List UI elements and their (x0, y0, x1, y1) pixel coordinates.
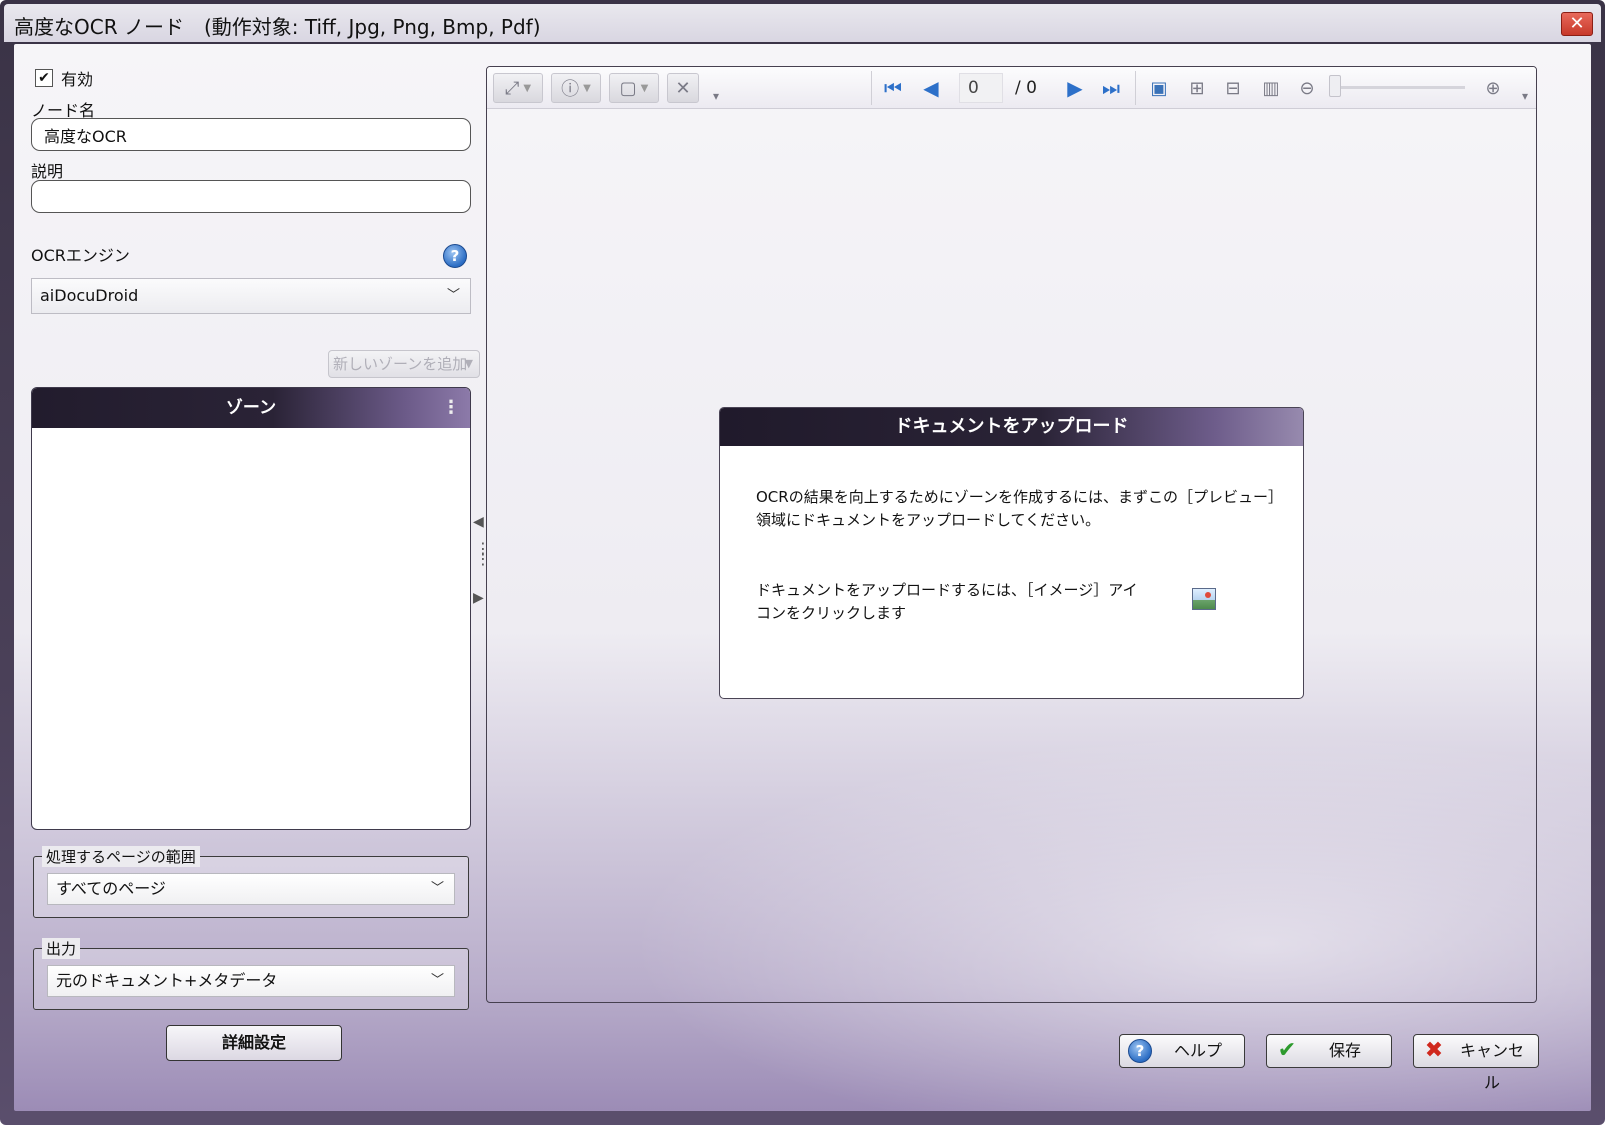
page-icon: ▢ (619, 77, 637, 99)
description-input[interactable] (31, 180, 471, 213)
cancel-label: キャンセル (1459, 1041, 1524, 1092)
chevron-down-icon: ﹀ (430, 973, 444, 988)
page-number-input[interactable]: 0 (959, 73, 1003, 103)
page-total: / 0 (1015, 78, 1037, 98)
fit-icon: ⤢ (504, 77, 520, 99)
save-label: 保存 (1328, 1041, 1361, 1060)
add-zone-label: 新しいゾーンを追加 (333, 355, 468, 373)
cancel-icon: ✖ (1424, 1038, 1444, 1063)
zoom-slider-track[interactable] (1335, 86, 1465, 89)
ocr-engine-select[interactable]: aiDocuDroid ﹀ (31, 278, 471, 314)
image-upload-icon[interactable] (1192, 588, 1216, 610)
cancel-button[interactable]: ✖ キャンセル (1413, 1034, 1539, 1092)
help-button[interactable]: ? ヘルプ (1119, 1034, 1245, 1068)
page-range-group: 処理するページの範囲 すべてのページ ﹀ (33, 846, 469, 918)
enabled-row[interactable]: ✔ 有効 (35, 66, 93, 90)
toolbar-separator (871, 71, 872, 105)
ocr-engine-value: aiDocuDroid (40, 286, 139, 305)
close-button[interactable]: ✕ (1561, 12, 1593, 36)
next-page-icon[interactable]: ▶ (1059, 73, 1091, 103)
panel-splitter[interactable]: ◀ ⋮ ⋮ ▶ (472, 514, 491, 624)
last-page-icon[interactable]: ⏭ (1095, 73, 1127, 103)
split-view-icon[interactable]: ⊟ (1217, 73, 1249, 103)
zoom-slider-thumb[interactable] (1329, 75, 1341, 97)
help-label: ヘルプ (1173, 1041, 1222, 1060)
first-page-icon[interactable]: ⏮ (877, 73, 909, 103)
save-button[interactable]: ✔ 保存 (1266, 1034, 1392, 1068)
page-range-value: すべてのページ (56, 879, 166, 898)
dialog-window: 高度なOCR ノード (動作対象: Tiff, Jpg, Png, Bmp, P… (0, 0, 1605, 1125)
output-select[interactable]: 元のドキュメント+メタデータ ﹀ (47, 965, 455, 997)
check-icon: ✔ (1277, 1038, 1297, 1063)
expand-right-icon[interactable]: ▶ (473, 590, 484, 606)
select-area-icon[interactable]: ⊞ (1181, 73, 1213, 103)
dropdown-arrow-icon: ▼ (583, 82, 591, 94)
page-tool-button[interactable]: ▢ ▼ (609, 73, 659, 103)
advanced-settings-button[interactable]: 詳細設定 (166, 1025, 342, 1061)
zones-header: ゾーン ⋮ (32, 388, 470, 428)
toolbar-separator (1135, 71, 1136, 105)
fit-tool-button[interactable]: ⤢ ▼ (493, 73, 543, 103)
output-group: 出力 元のドキュメント+メタデータ ﹀ (33, 938, 469, 1010)
node-name-input[interactable] (31, 118, 471, 151)
overflow-icon[interactable]: ▾ (1517, 81, 1533, 111)
output-value: 元のドキュメント+メタデータ (56, 971, 278, 990)
zones-menu-icon[interactable]: ⋮ (442, 388, 460, 428)
delete-icon: ✕ (675, 77, 691, 99)
chevron-down-icon: ﹀ (446, 288, 460, 303)
overflow-icon[interactable]: ▾ (707, 81, 725, 111)
info-tool-button[interactable]: ⓘ ▼ (551, 73, 601, 103)
single-page-icon[interactable]: ▥ (1255, 73, 1287, 103)
page-range-label: 処理するページの範囲 (42, 846, 200, 867)
delete-tool-button[interactable]: ✕ (667, 73, 699, 103)
chevron-down-icon: ﹀ (430, 881, 444, 896)
ocr-engine-help-icon[interactable]: ? (443, 244, 467, 268)
enabled-label: 有効 (61, 70, 94, 89)
prev-page-icon[interactable]: ◀ (915, 73, 947, 103)
upload-document-card: ドキュメントをアップロード OCRの結果を向上するためにゾーンを作成するには、ま… (719, 407, 1304, 699)
zones-panel: ゾーン ⋮ (31, 387, 471, 830)
add-zone-button[interactable]: 新しいゾーンを追加 ▼ (328, 350, 480, 378)
chevron-down-icon: ▼ (464, 357, 473, 370)
dropdown-arrow-icon: ▼ (640, 82, 649, 94)
image-icon[interactable]: ▣ (1143, 73, 1175, 103)
preview-panel: ⤢ ▼ ⓘ ▼ ▢ ▼ ✕ ▾ ⏮ ◀ 0 / 0 ▶ ⏭ ▣ ⊞ ⊟ ▥ ⊖ … (486, 66, 1537, 1003)
description-label: 説明 (31, 162, 64, 181)
enabled-checkbox[interactable]: ✔ (35, 69, 53, 87)
help-icon: ? (1128, 1039, 1152, 1063)
dialog-body: ✔ 有効 ノード名 説明 OCRエンジン ? aiDocuDroid ﹀ 新しい… (14, 44, 1591, 1111)
upload-title: ドキュメントをアップロード (720, 408, 1303, 446)
upload-hint: ドキュメントをアップロードするには、［イメージ］アイコンをクリックします (756, 581, 1138, 622)
zoom-out-icon[interactable]: ⊖ (1291, 73, 1323, 103)
zones-title: ゾーン (225, 398, 277, 418)
upload-instruction: OCRの結果を向上するためにゾーンを作成するには、まずこの［プレビュー］領域にド… (756, 488, 1276, 529)
window-title: 高度なOCR ノード (動作対象: Tiff, Jpg, Png, Bmp, P… (14, 15, 541, 39)
dropdown-arrow-icon: ▼ (523, 82, 532, 94)
ocr-engine-label: OCRエンジン (31, 246, 130, 265)
collapse-left-icon[interactable]: ◀ (473, 514, 484, 530)
preview-toolbar: ⤢ ▼ ⓘ ▼ ▢ ▼ ✕ ▾ ⏮ ◀ 0 / 0 ▶ ⏭ ▣ ⊞ ⊟ ▥ ⊖ … (487, 67, 1536, 109)
page-range-select[interactable]: すべてのページ ﹀ (47, 873, 455, 905)
info-icon: ⓘ (561, 79, 580, 100)
title-bar: 高度なOCR ノード (動作対象: Tiff, Jpg, Png, Bmp, P… (4, 4, 1601, 42)
output-label: 出力 (42, 938, 81, 959)
zoom-in-icon[interactable]: ⊕ (1477, 73, 1509, 103)
